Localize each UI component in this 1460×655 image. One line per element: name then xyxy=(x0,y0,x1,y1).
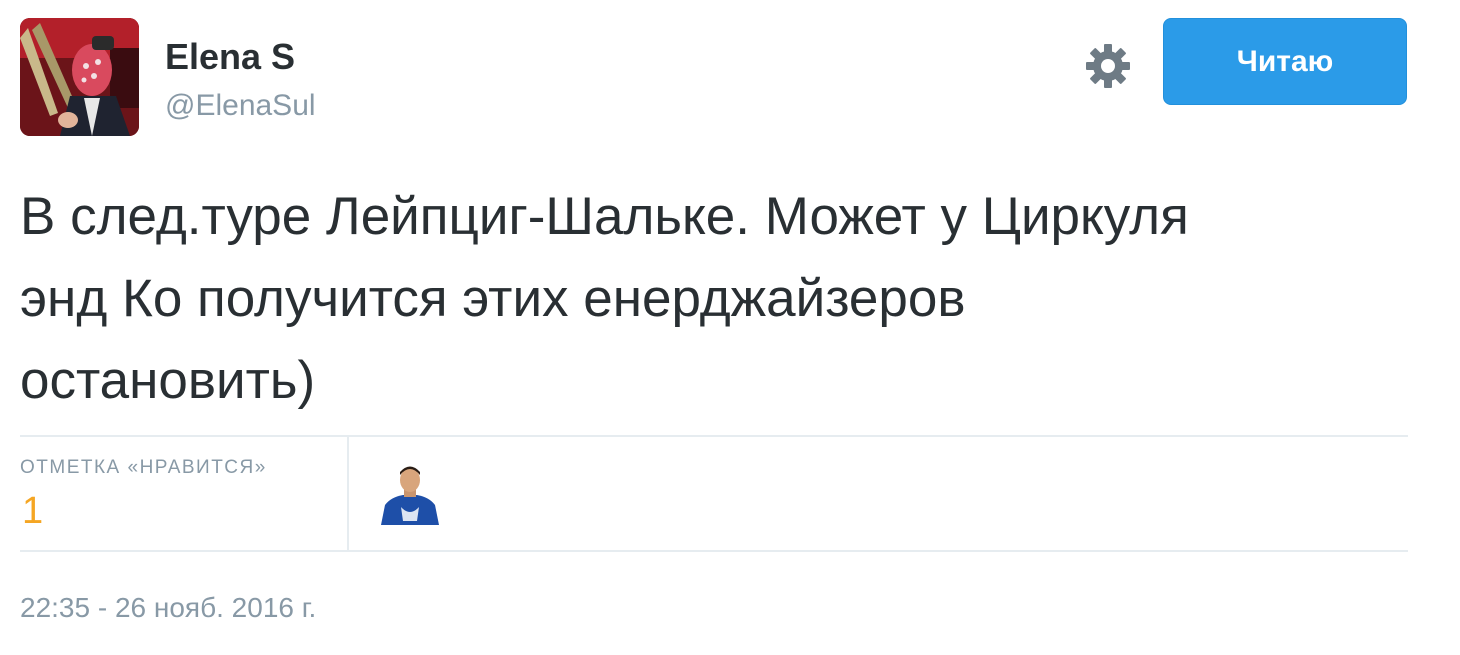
stats-divider-top xyxy=(20,435,1408,437)
tweet-text: В след.туре Лейпциг-Шальке. Может у Цирк… xyxy=(20,187,1189,410)
liker-avatar[interactable] xyxy=(379,463,441,525)
follow-button-label: Читаю xyxy=(1236,44,1334,78)
user-name[interactable]: Elena S xyxy=(165,36,295,78)
user-avatar[interactable] xyxy=(20,18,139,136)
stats-divider-bottom xyxy=(20,550,1408,552)
follow-button[interactable]: Читаю xyxy=(1163,18,1407,105)
tweet-timestamp[interactable]: 22:35 - 26 нояб. 2016 г. xyxy=(20,592,316,624)
likes-label: ОТМЕТКА «НРАВИТСЯ» xyxy=(20,457,267,478)
likes-count[interactable]: 1 xyxy=(22,490,43,533)
user-handle[interactable]: @ElenaSul xyxy=(165,89,316,123)
gear-icon[interactable] xyxy=(1084,42,1132,90)
stats-divider-vertical xyxy=(347,437,349,550)
